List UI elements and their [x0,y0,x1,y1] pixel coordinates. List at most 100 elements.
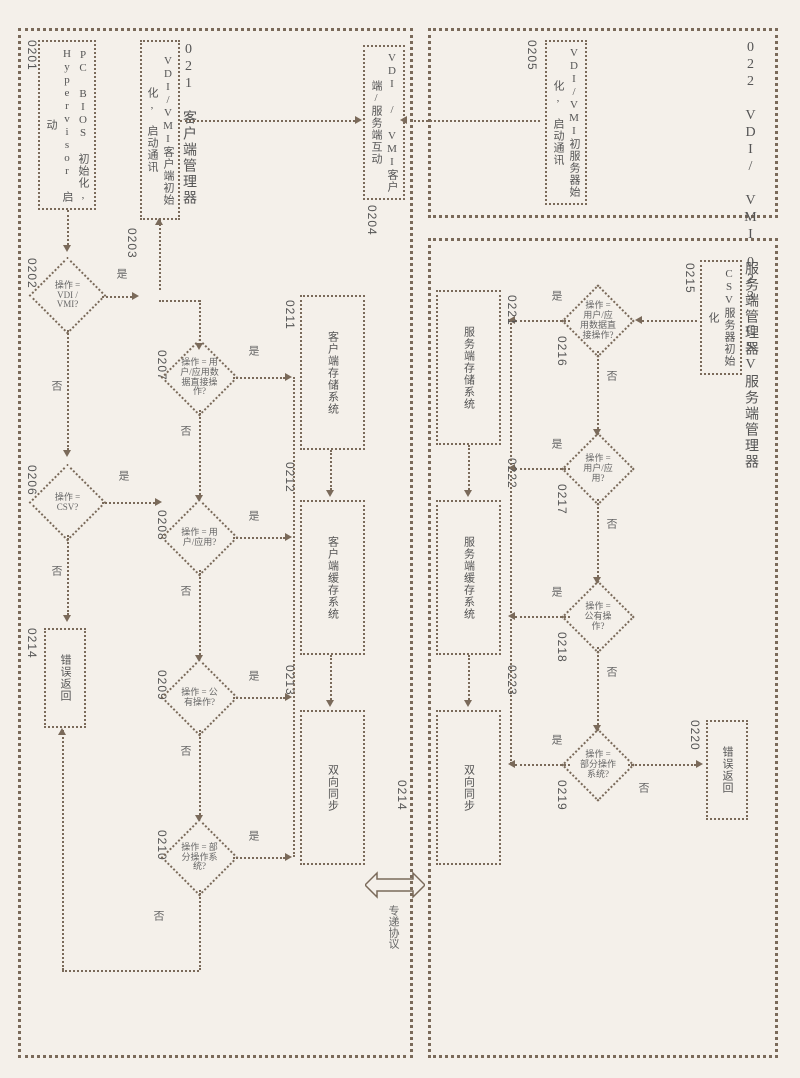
yes-0216: 是 [548,290,564,301]
code-0201: 0201 [25,40,39,71]
protocol-label: 专递协议 [385,905,401,949]
arrow [515,468,570,470]
box-0201: PC BIOS 初始化, Hypervisor 启动 [38,40,96,210]
code-0205: 0205 [525,40,539,71]
arrow [515,764,570,766]
code-0214b: 0214 [395,780,409,811]
arrow [233,697,285,699]
arrow [597,647,599,725]
arrow [199,730,201,815]
server-container [428,28,778,218]
arrow [233,377,285,379]
yes-0218: 是 [548,586,564,597]
arrow [330,450,332,490]
arrow [515,616,570,618]
no-0216: 否 [603,370,619,381]
arrow [67,535,69,615]
yes-0209: 是 [245,670,261,681]
arrow [628,764,696,766]
yes-0210: 是 [245,830,261,841]
no-0202: 否 [48,380,64,391]
box-0205: VDI/VMI初服务器始化, 启动通讯 [545,40,587,205]
arrowhead [326,700,334,707]
arrowhead [635,316,642,324]
code-0204: 0204 [365,205,379,236]
no-0217: 否 [603,518,619,529]
yes-0207: 是 [245,345,261,356]
box-0211: 客户端存储系统 [300,295,365,450]
box-0203: VDI/VMI客户端初始化, 启动通讯 [140,40,180,220]
arrow [233,537,285,539]
arrow [102,296,132,298]
code-0203: 0203 [125,228,139,259]
arrowhead [195,343,203,350]
box-0222: 服务端缓存系统 [436,500,501,655]
box-0212: 客户端缓存系统 [300,500,365,655]
no-0208: 否 [177,585,193,596]
arrow [597,351,599,429]
yes-0217: 是 [548,438,564,449]
arrowhead [400,116,407,124]
arrow [293,377,295,857]
box-0213: 双向同步 [300,710,365,865]
box-0220: 错误返回 [706,720,748,820]
arrowhead [355,116,362,124]
arrow [468,655,470,700]
arrowhead [464,700,472,707]
code-0221: 0221 [505,295,519,326]
box-0223: 双向同步 [436,710,501,865]
yes-0206: 是 [115,470,131,481]
arrow [62,970,199,972]
arrow [67,330,69,450]
arrowhead [696,760,703,768]
arrowhead [326,490,334,497]
arrow [515,320,570,322]
no-0210: 否 [150,910,166,921]
arrow [510,320,512,764]
no-0219: 否 [635,782,651,793]
arrow [180,120,355,122]
arrowhead [285,853,292,861]
arrow [468,445,470,490]
code-0215: 0215 [683,263,697,294]
box-0214: 错误返回 [44,628,86,728]
arrowhead [63,450,71,457]
arrow [67,210,69,245]
protocol-arrow [365,870,425,900]
arrowhead [58,728,66,735]
arrow [199,300,201,345]
arrow [233,857,285,859]
code-0216: 0216 [555,336,569,367]
code-0219: 0219 [555,780,569,811]
arrowhead [63,615,71,622]
no-0209: 否 [177,745,193,756]
code-0222: 0222 [505,458,519,489]
arrowhead [63,245,71,252]
code-0223: 0223 [505,665,519,696]
arrowhead [285,373,292,381]
arrow [642,320,697,322]
arrowhead [464,490,472,497]
page: 021 客户端管理器 022 VDI/ VMI 服务端管理器 023 CSV服务… [0,0,800,1078]
arrow [199,410,201,495]
box-0204: VDI / VMI客户端/服务端互动 [363,45,405,200]
arrow [199,570,201,655]
arrow [597,499,599,577]
code-0202: 0202 [25,258,39,289]
arrow [159,220,161,290]
code-0214: 0214 [25,628,39,659]
yes-0202: 是 [113,268,129,279]
code-0217: 0217 [555,484,569,515]
arrowhead [155,498,162,506]
arrowhead [285,533,292,541]
arrow [102,502,155,504]
arrow [330,655,332,700]
code-0220: 0220 [688,720,702,751]
code-0218: 0218 [555,632,569,663]
no-0218: 否 [603,666,619,677]
arrow [159,300,200,302]
arrowhead [155,218,163,225]
yes-0208: 是 [245,510,261,521]
csv-title: 023 CSV服务端管理器 [740,255,760,470]
no-0206: 否 [48,565,64,576]
